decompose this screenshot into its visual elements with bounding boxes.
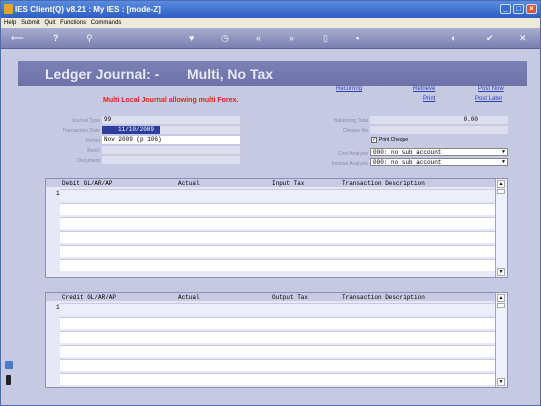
- cost-analysis-value: 000: no sub account: [373, 149, 442, 156]
- table-row[interactable]: [60, 259, 495, 271]
- journal-panel: Recurring Retrieve Post Now Print Post L…: [18, 86, 527, 391]
- cancel-icon[interactable]: ✕: [519, 33, 527, 44]
- table-row[interactable]: [60, 359, 495, 371]
- debit-account-col: Debit GL/AR/AP: [62, 180, 113, 187]
- scroll-up-icon[interactable]: ▲: [497, 294, 505, 302]
- scroll-thumb[interactable]: [497, 189, 505, 194]
- credit-grid-header: Credit GL/AR/AP Actual Output Tax Transa…: [46, 293, 495, 301]
- table-row[interactable]: [60, 373, 495, 385]
- output-tax-col: Output Tax: [272, 294, 309, 301]
- transaction-date-field[interactable]: 11/10/2009: [102, 126, 160, 134]
- toolbar: ⟵ ? ⚲ ♥ ◷ « » ▯ ▪ ◐ ✔ ✕: [1, 28, 540, 49]
- title-bar: IES Client(Q) v8.21 : My IES : [mode-Z] …: [1, 1, 540, 18]
- input-tax-col: Input Tax: [272, 180, 305, 187]
- retrieve-link[interactable]: Retrieve: [413, 86, 435, 92]
- menu-submit[interactable]: Submit: [21, 20, 40, 26]
- cost-analysis-select[interactable]: 000: no sub account ▼: [370, 148, 508, 156]
- scroll-up-icon[interactable]: ▲: [497, 180, 505, 188]
- scroll-thumb[interactable]: [497, 303, 505, 308]
- print-cheque-label: Print Cheque: [379, 137, 409, 143]
- table-row[interactable]: [60, 245, 495, 257]
- menu-quit[interactable]: Quit: [44, 20, 55, 26]
- page-subtitle: Multi, No Tax: [187, 66, 274, 82]
- print-link[interactable]: Print: [423, 96, 435, 102]
- close-button[interactable]: ×: [526, 4, 537, 14]
- chevron-down-icon[interactable]: ▼: [500, 159, 507, 166]
- credit-description-col: Transaction Description: [342, 294, 425, 301]
- delete-icon[interactable]: ▪: [356, 33, 359, 43]
- income-analysis-label: Income Analysis: [331, 161, 368, 167]
- side-tool-icon[interactable]: [5, 361, 13, 369]
- debit-description-col: Transaction Description: [342, 180, 425, 187]
- copy-icon[interactable]: ▯: [323, 33, 328, 44]
- cheque-no-label: Cheque No: [342, 128, 368, 134]
- forex-warning: Multi Local Journal allowing multi Forex…: [103, 97, 239, 104]
- transaction-date-extra: [160, 126, 240, 134]
- journal-type-label: Journal Type: [71, 118, 100, 124]
- side-marker-icon: [6, 375, 11, 385]
- credit-actual-col: Actual: [178, 294, 200, 301]
- period-field[interactable]: Nov 2009 (p 106): [102, 136, 240, 144]
- maximize-button[interactable]: □: [513, 4, 524, 14]
- batch-field[interactable]: [102, 146, 240, 154]
- check-icon[interactable]: ✔: [486, 33, 494, 44]
- app-window: IES Client(Q) v8.21 : My IES : [mode-Z] …: [0, 0, 541, 406]
- back-arrow-icon[interactable]: ⟵: [11, 33, 24, 44]
- chevron-down-icon[interactable]: ▼: [500, 149, 507, 156]
- transaction-date-label: Transaction Date: [62, 128, 100, 134]
- table-row[interactable]: [60, 231, 495, 243]
- help-icon[interactable]: ?: [53, 33, 59, 43]
- table-row[interactable]: [60, 331, 495, 343]
- menu-help[interactable]: Help: [4, 20, 16, 26]
- cost-analysis-label: Cost Analysis: [337, 151, 368, 157]
- menu-bar: Help Submit Quit Functions Commands: [1, 18, 540, 28]
- credit-grid: Credit GL/AR/AP Actual Output Tax Transa…: [45, 292, 508, 388]
- debit-grid-header: Debit GL/AR/AP Actual Input Tax Transact…: [46, 179, 495, 187]
- menu-functions[interactable]: Functions: [60, 20, 86, 26]
- post-later-link[interactable]: Post Later: [475, 96, 502, 102]
- page-title: Ledger Journal: -: [45, 66, 160, 82]
- table-row[interactable]: [60, 217, 495, 229]
- table-row[interactable]: [60, 317, 495, 329]
- forward-icon[interactable]: »: [289, 33, 294, 43]
- debit-grid: Debit GL/AR/AP Actual Input Tax Transact…: [45, 178, 508, 278]
- page-header: Ledger Journal: - Multi, No Tax: [18, 61, 527, 86]
- heart-icon[interactable]: ♥: [189, 33, 194, 43]
- print-cheque-checkbox[interactable]: ✓: [371, 137, 377, 143]
- refresh-icon[interactable]: ◐: [451, 33, 456, 43]
- income-analysis-select[interactable]: 000: no sub account ▼: [370, 158, 508, 166]
- recurring-link[interactable]: Recurring: [336, 86, 362, 92]
- document-field[interactable]: [102, 156, 240, 164]
- credit-account-col: Credit GL/AR/AP: [62, 294, 117, 301]
- cheque-no-field[interactable]: [370, 126, 508, 134]
- clock-icon[interactable]: ◷: [221, 33, 229, 44]
- table-row[interactable]: [60, 189, 495, 201]
- debit-actual-col: Actual: [178, 180, 200, 187]
- rewind-icon[interactable]: «: [256, 33, 261, 43]
- period-label: Period: [85, 138, 100, 144]
- scroll-down-icon[interactable]: ▼: [497, 268, 505, 276]
- table-row[interactable]: [60, 203, 495, 215]
- table-row[interactable]: [60, 345, 495, 357]
- balancing-total-label: Balancing Total: [334, 118, 368, 124]
- menu-commands[interactable]: Commands: [91, 20, 122, 26]
- app-icon: [4, 4, 13, 14]
- debit-scrollbar[interactable]: ▲ ▼: [495, 179, 507, 277]
- document-label: Document: [77, 158, 100, 164]
- post-now-link[interactable]: Post Now: [478, 86, 504, 92]
- batch-label: Batch: [87, 148, 100, 154]
- journal-type-field[interactable]: 99: [102, 116, 240, 124]
- table-row[interactable]: [60, 303, 495, 315]
- balancing-total-field: 0.00: [370, 116, 508, 124]
- scroll-down-icon[interactable]: ▼: [497, 378, 505, 386]
- credit-scrollbar[interactable]: ▲ ▼: [495, 293, 507, 387]
- window-title: IES Client(Q) v8.21 : My IES : [mode-Z]: [15, 5, 161, 14]
- minimize-button[interactable]: _: [500, 4, 511, 14]
- income-analysis-value: 000: no sub account: [373, 159, 442, 166]
- search-icon[interactable]: ⚲: [86, 33, 93, 44]
